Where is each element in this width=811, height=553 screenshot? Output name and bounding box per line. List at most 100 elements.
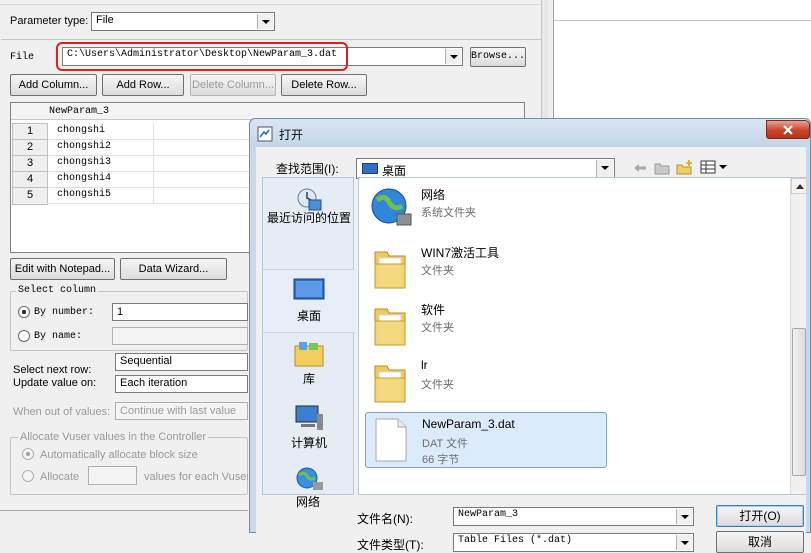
select-column-title: Select column (16, 285, 99, 296)
highlight-annotation (56, 42, 348, 71)
file-name-label: 文件名(N): (357, 512, 413, 526)
when-out-of-values-value: Continue with last value (120, 405, 237, 417)
by-name-radio[interactable] (18, 330, 30, 342)
place-label: 桌面 (296, 309, 321, 323)
back-arrow-icon[interactable] (633, 163, 647, 173)
add-column-button[interactable]: Add Column... (10, 74, 97, 96)
table-cell[interactable]: chongshi4 (47, 171, 154, 188)
close-icon (783, 125, 793, 135)
libraries-icon (294, 342, 324, 367)
delete-column-button: Delete Column... (190, 74, 276, 96)
parameter-type-label: Parameter type: (10, 15, 89, 27)
place-libraries[interactable]: 库 (263, 340, 355, 394)
dialog-body: 查找范围(I): 桌面 最近访问的位置 桌面 库 计算机 网络 网络 系统文件夹… (256, 147, 807, 553)
bottom-divider (0, 510, 248, 511)
new-folder-icon[interactable] (676, 159, 694, 175)
by-number-radio[interactable] (18, 306, 30, 318)
list-item[interactable]: lr 文件夹 (365, 354, 603, 408)
vertical-scrollbar[interactable] (790, 178, 807, 494)
open-file-dialog: 打开 查找范围(I): 桌面 最近访问的位置 桌面 库 计算机 网络 网络 系统… (249, 118, 811, 553)
file-name: 网络 (421, 188, 446, 202)
table-cell[interactable]: chongshi (47, 123, 154, 140)
data-wizard-button[interactable]: Data Wizard... (120, 258, 227, 280)
place-desktop[interactable]: 桌面 (263, 269, 355, 333)
select-next-row-value: Sequential (120, 355, 172, 367)
edit-with-notepad-button[interactable]: Edit with Notepad... (10, 258, 115, 280)
look-in-dropdown[interactable]: 桌面 (356, 158, 615, 179)
column-number-value: 1 (117, 306, 124, 318)
select-next-row-dropdown[interactable]: Sequential (115, 353, 248, 371)
pane-divider (554, 20, 811, 21)
update-value-on-dropdown[interactable]: Each iteration (115, 375, 248, 393)
open-button[interactable]: 打开(O) (716, 505, 804, 527)
column-header[interactable]: NewParam_3 (49, 106, 109, 117)
parameter-type-dropdown[interactable]: File (91, 12, 275, 31)
parameter-type-value: File (96, 14, 114, 26)
section-divider (1, 39, 545, 40)
row-number[interactable]: 5 (12, 187, 48, 205)
add-row-button[interactable]: Add Row... (102, 74, 184, 96)
place-computer[interactable]: 计算机 (263, 404, 355, 458)
up-folder-icon[interactable] (654, 161, 670, 175)
file-name: NewParam_3.dat (422, 417, 515, 431)
list-item-selected[interactable]: NewParam_3.dat DAT 文件 66 字节 (365, 412, 607, 468)
allocate-group-title: Allocate Vuser values in the Controller (18, 431, 209, 443)
list-item[interactable]: WIN7激活工具 文件夹 (365, 240, 603, 294)
file-name-input[interactable]: NewParam_3 (453, 507, 694, 526)
chevron-down-icon[interactable] (445, 49, 461, 64)
file-name: WIN7激活工具 (421, 246, 500, 260)
auto-allocate-radio (22, 448, 34, 460)
by-name-label: By name: (34, 331, 83, 342)
chevron-down-icon[interactable] (676, 509, 692, 524)
open-dialog-icon (257, 126, 273, 142)
cancel-button[interactable]: 取消 (716, 531, 804, 553)
network-icon (296, 467, 323, 490)
select-next-row-label: Select next row: (13, 364, 92, 376)
file-type-value: Table Files (*.dat) (458, 535, 573, 546)
values-for-each-label: values for each Vuser (144, 471, 248, 483)
top-divider (0, 4, 545, 5)
folder-icon (374, 251, 406, 289)
dialog-title-bar[interactable]: 打开 (250, 119, 810, 147)
scroll-thumb[interactable] (792, 328, 806, 476)
file-list[interactable]: 网络 系统文件夹 WIN7激活工具 文件夹 软件 文件夹 lr 文件夹 NewP… (358, 177, 807, 495)
folder-icon (374, 308, 406, 346)
file-name: 软件 (421, 303, 446, 317)
file-name-value: NewParam_3 (458, 509, 519, 520)
close-button[interactable] (766, 120, 810, 139)
place-recent[interactable]: 最近访问的位置 (263, 184, 355, 242)
chevron-down-icon[interactable] (596, 160, 613, 177)
allocate-radio (22, 470, 34, 482)
browse-button[interactable]: Browse... (470, 47, 526, 67)
file-type-dropdown[interactable]: Table Files (*.dat) (453, 533, 694, 552)
file-type: 文件夹 (421, 322, 454, 334)
desktop-icon (362, 163, 378, 174)
table-cell[interactable]: chongshi5 (47, 187, 154, 204)
file-type: 系统文件夹 (421, 207, 476, 219)
look-in-label: 查找范围(I): (276, 162, 339, 176)
table-cell[interactable]: chongshi3 (47, 155, 154, 172)
column-number-input[interactable]: 1 (112, 303, 248, 321)
scroll-up-button[interactable] (791, 178, 807, 194)
chevron-down-icon[interactable] (676, 535, 692, 550)
block-size-input (88, 466, 137, 485)
file-size: 66 字节 (422, 454, 460, 466)
list-item[interactable]: 网络 系统文件夹 (365, 182, 603, 236)
file-type-label: 文件类型(T): (357, 538, 424, 552)
computer-icon (295, 405, 323, 430)
network-icon (371, 188, 412, 226)
desktop-icon (293, 278, 325, 300)
folder-icon (374, 365, 406, 403)
table-cell[interactable]: chongshi2 (47, 139, 154, 156)
list-item[interactable]: 软件 文件夹 (365, 297, 603, 351)
update-value-on-value: Each iteration (120, 377, 188, 389)
view-menu-icon[interactable] (700, 159, 730, 175)
delete-row-button[interactable]: Delete Row... (281, 74, 367, 96)
file-name: lr (421, 358, 428, 372)
column-name-dropdown (112, 327, 248, 345)
file-label: File (10, 52, 35, 63)
chevron-down-icon[interactable] (257, 14, 273, 29)
update-value-on-label: Update value on: (13, 377, 97, 389)
by-number-label: By number: (34, 307, 95, 318)
allocate-label: Allocate (40, 471, 80, 483)
